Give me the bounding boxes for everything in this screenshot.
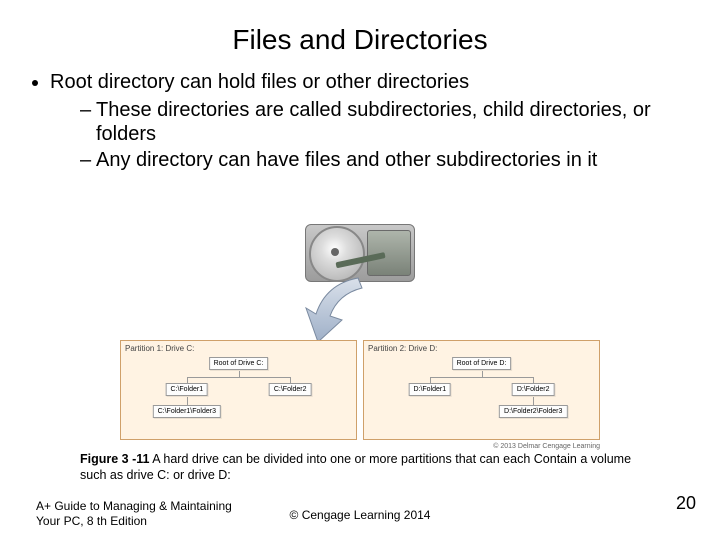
figure-caption-text: A hard drive can be divided into one or … — [80, 452, 631, 482]
node-c-leaf: C:\Folder1\Folder3 — [153, 405, 221, 418]
figure-label: Figure 3 -11 — [80, 452, 149, 466]
bullet-root-text: Root directory can hold files or other d… — [50, 71, 469, 93]
footer-left-line2: Your PC, 8 th Edition — [36, 514, 232, 528]
partition-c-tree: Root of Drive C: C:\Folder1 C:\Folder2 C… — [121, 357, 356, 437]
partition-d-label: Partition 2: Drive D: — [368, 344, 595, 353]
partition-c-label: Partition 1: Drive C: — [125, 344, 352, 353]
slide-title: Files and Directories — [28, 24, 692, 56]
footer-center: © Cengage Learning 2014 — [290, 508, 431, 522]
node-d-root: Root of Drive D: — [452, 357, 512, 370]
footer-left: A+ Guide to Managing & Maintaining Your … — [36, 499, 232, 528]
bullet-sub2: Any directory can have files and other s… — [80, 148, 692, 172]
node-d-leaf: D:\Folder2\Folder3 — [499, 405, 567, 418]
partitions-frame: Partition 1: Drive C: Root of Drive C: C… — [120, 340, 600, 440]
arrow-icon — [298, 274, 388, 344]
node-c-folder2: C:\Folder2 — [269, 383, 312, 396]
page-number: 20 — [676, 493, 696, 514]
figure-caption: Figure 3 -11 A hard drive can be divided… — [80, 452, 640, 483]
partition-c: Partition 1: Drive C: Root of Drive C: C… — [120, 340, 357, 440]
partition-d-tree: Root of Drive D: D:\Folder1 D:\Folder2 D… — [364, 357, 599, 437]
node-c-root: Root of Drive C: — [209, 357, 269, 370]
node-d-folder1: D:\Folder1 — [408, 383, 451, 396]
partition-d: Partition 2: Drive D: Root of Drive D: D… — [363, 340, 600, 440]
sub-bullet-list: These directories are called subdirector… — [50, 98, 692, 172]
diagram-area: Partition 1: Drive C: Root of Drive C: C… — [120, 224, 600, 440]
node-d-folder2: D:\Folder2 — [512, 383, 555, 396]
bullet-list: Root directory can hold files or other d… — [28, 70, 692, 172]
node-c-folder1: C:\Folder1 — [165, 383, 208, 396]
bullet-sub1: These directories are called subdirector… — [80, 98, 692, 146]
footer-left-line1: A+ Guide to Managing & Maintaining — [36, 499, 232, 513]
bullet-root: Root directory can hold files or other d… — [50, 70, 692, 172]
diagram-credit: © 2013 Delmar Cengage Learning — [493, 443, 600, 450]
slide: Files and Directories Root directory can… — [0, 0, 720, 540]
